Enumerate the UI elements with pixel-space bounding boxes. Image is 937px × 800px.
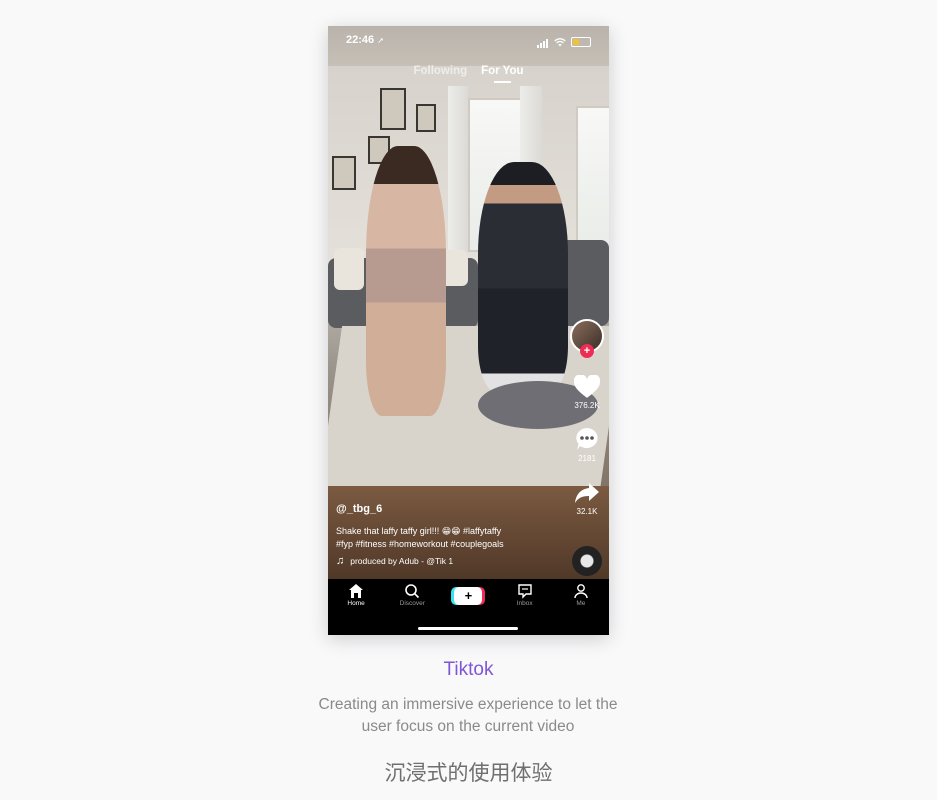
post-music[interactable]: ♫ produced by Adub - @Tik 1 <box>336 555 556 567</box>
nav-inbox[interactable]: Inbox <box>501 583 549 607</box>
status-time-text: 22:46 <box>346 34 375 46</box>
profile-icon <box>574 584 588 599</box>
like-count: 376.2K <box>574 401 600 410</box>
music-disc-icon[interactable] <box>572 546 602 576</box>
share-count: 32.1K <box>576 507 598 516</box>
wall-frame <box>380 88 406 130</box>
nav-inbox-label: Inbox <box>516 600 533 607</box>
feed-tabs: Following For You <box>328 65 609 83</box>
wall-frame <box>416 104 436 132</box>
battery-icon <box>571 37 591 47</box>
dancer-woman <box>366 146 446 416</box>
heart-icon <box>574 375 600 398</box>
phone-mockup: 22:46 ➚ Following For You + 376.2K 2181 … <box>328 26 609 635</box>
status-time: 22:46 ➚ <box>346 34 384 46</box>
comment-icon <box>576 428 598 450</box>
music-title: produced by Adub - @Tik 1 <box>350 556 454 566</box>
tab-following[interactable]: Following <box>413 65 467 77</box>
music-note-icon: ♫ <box>336 555 345 567</box>
nav-home-label: Home <box>347 600 365 607</box>
wifi-icon <box>554 37 566 46</box>
post-description-line2[interactable]: #fyp #fitness #homeworkout #couplegoals <box>336 538 556 551</box>
status-bar: 22:46 ➚ <box>346 34 591 50</box>
post-description-line1: Shake that laffy taffy girl!!! 😁😁 #laffy… <box>336 526 502 536</box>
showcase-title: Tiktok <box>443 659 494 680</box>
video-player[interactable]: 22:46 ➚ Following For You + 376.2K 2181 … <box>328 26 609 579</box>
showcase-description-cn: 沉浸式的使用体验 <box>384 761 553 785</box>
window <box>576 106 609 250</box>
post-username[interactable]: @_tbg_6 <box>336 503 556 515</box>
share-icon <box>575 483 599 503</box>
nav-me-label: Me <box>576 600 586 607</box>
home-indicator <box>418 627 518 630</box>
comment-button[interactable]: 2181 <box>574 426 600 463</box>
follow-button[interactable]: + <box>580 344 594 358</box>
like-button[interactable]: 376.2K <box>574 375 600 410</box>
nav-discover-label: Discover <box>399 600 425 607</box>
create-button[interactable]: + <box>454 587 483 605</box>
nav-me[interactable]: Me <box>557 583 605 607</box>
nav-discover[interactable]: Discover <box>388 583 436 607</box>
nav-create[interactable]: + <box>444 583 492 607</box>
location-icon: ➚ <box>377 36 384 45</box>
showcase-description: Creating an immersive experience to let … <box>318 696 618 735</box>
creator-avatar[interactable]: + <box>570 319 604 358</box>
signal-icon <box>537 36 549 48</box>
dancer-man <box>478 162 568 392</box>
search-icon <box>405 584 420 599</box>
comment-count: 2181 <box>578 454 596 463</box>
home-icon <box>349 584 364 598</box>
pillow <box>334 248 364 290</box>
action-rail: + 376.2K 2181 32.1K <box>569 319 605 576</box>
bottom-nav: Home Discover + Inbox Me <box>328 579 609 635</box>
tab-for-you[interactable]: For You <box>481 65 524 83</box>
wall-frame <box>332 156 356 190</box>
status-icons <box>537 36 591 48</box>
inbox-icon <box>517 584 532 599</box>
post-caption: @_tbg_6 Shake that laffy taffy girl!!! 😁… <box>336 503 556 567</box>
share-button[interactable]: 32.1K <box>574 481 600 516</box>
nav-home[interactable]: Home <box>332 583 380 607</box>
curtain <box>448 86 468 266</box>
